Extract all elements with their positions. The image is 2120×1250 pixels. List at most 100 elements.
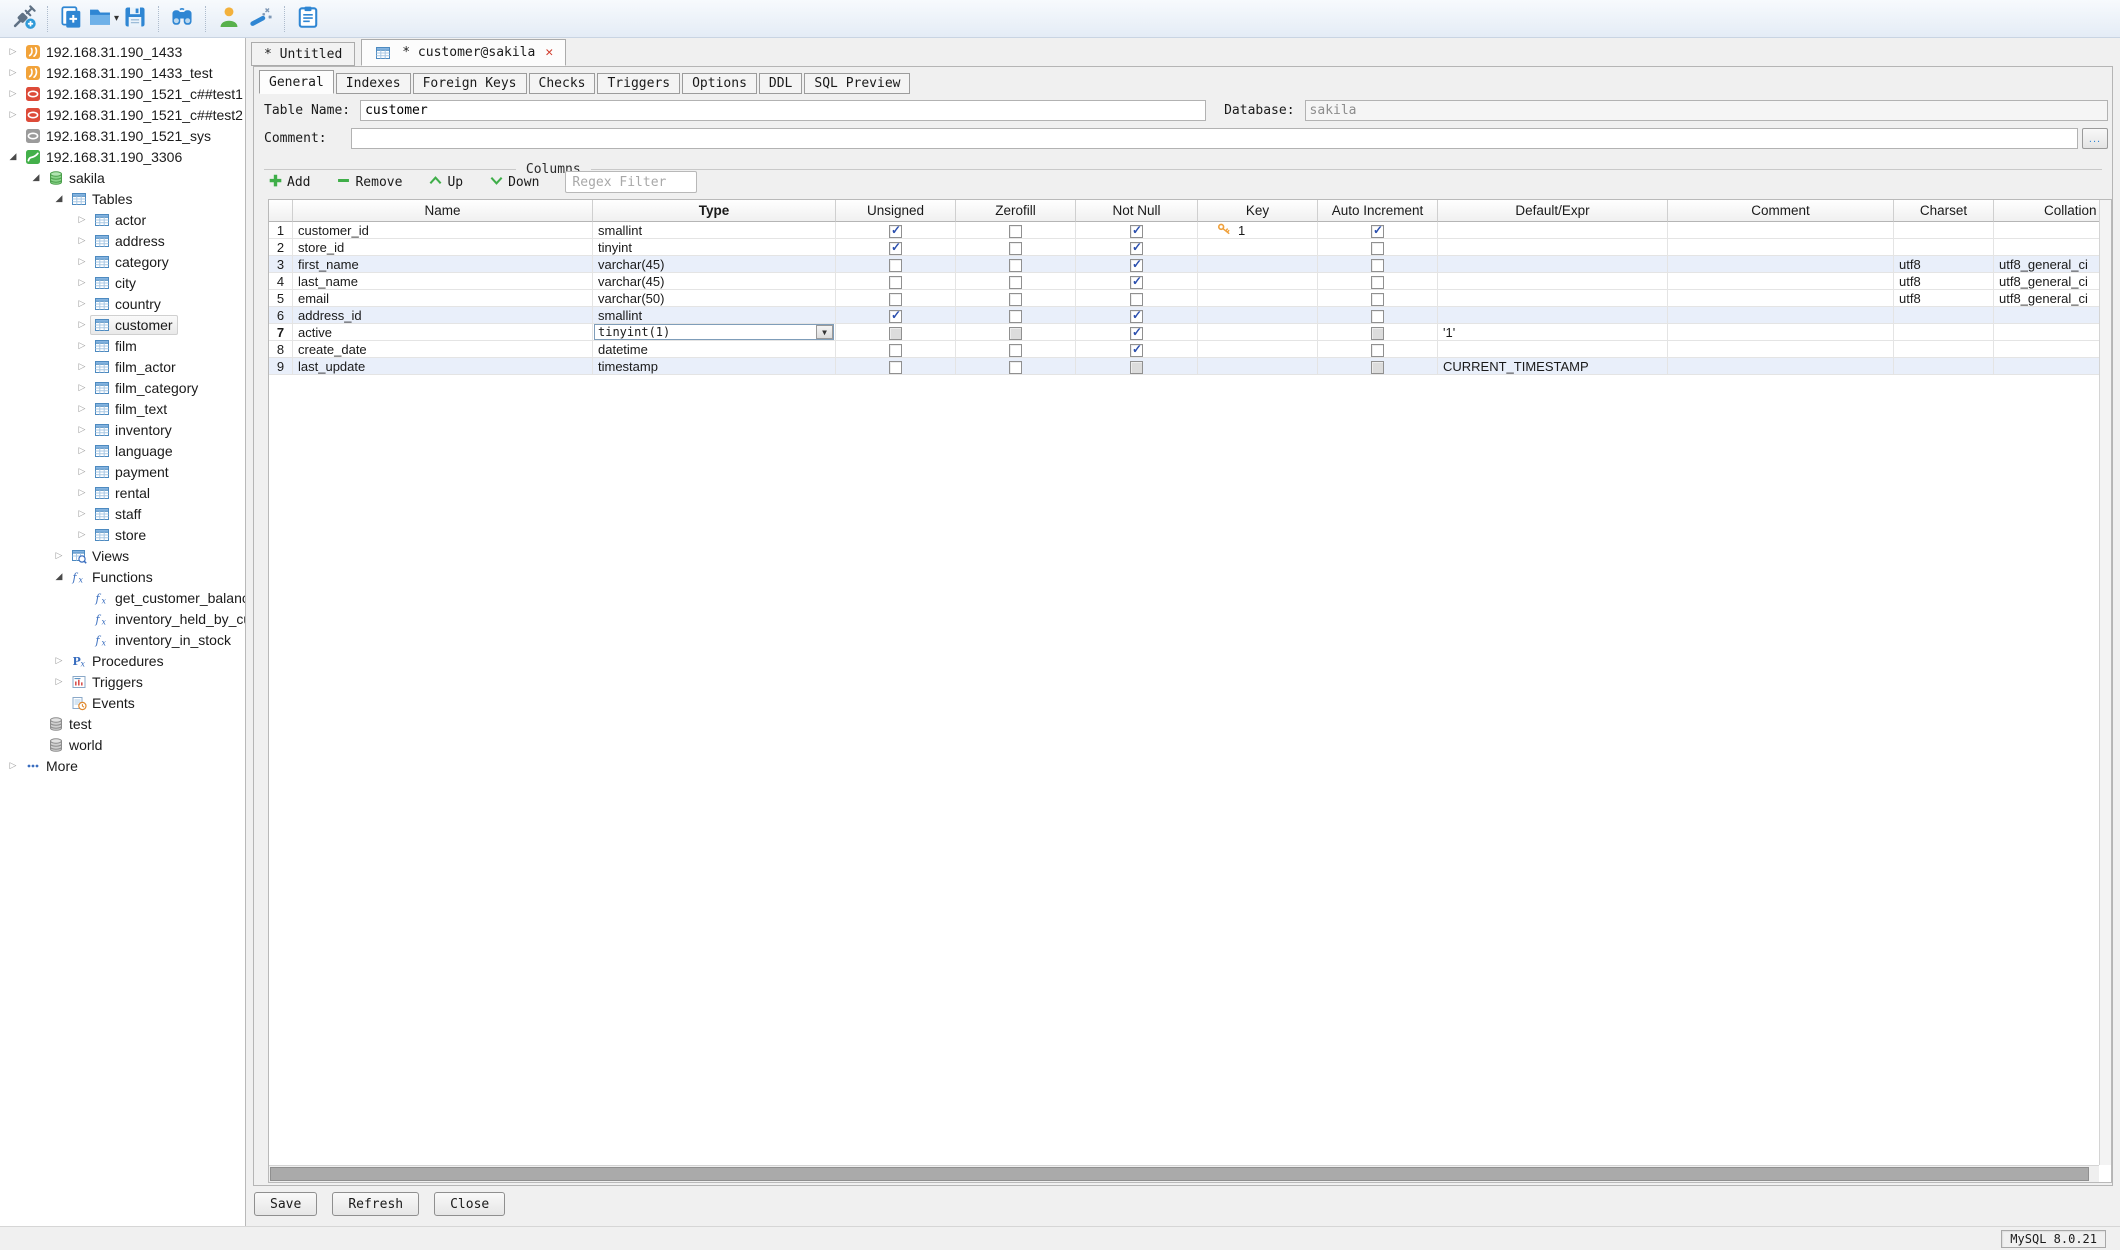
zerofill-checkbox[interactable] [1009, 310, 1022, 323]
column-type-cell[interactable]: timestamp [593, 358, 836, 375]
unsigned-checkbox[interactable] [889, 259, 902, 272]
column-header-unsigned[interactable]: Unsigned [836, 200, 956, 222]
tree-item-procedures[interactable]: ▷PxProcedures [0, 650, 245, 671]
comment-input[interactable] [351, 128, 2078, 149]
tree-item-192-168-31-190-1433-test[interactable]: ▷192.168.31.190_1433_test [0, 62, 245, 83]
not-null-checkbox[interactable] [1130, 259, 1143, 272]
designer-tab-options[interactable]: Options [682, 73, 757, 94]
tree-item-language[interactable]: ▷language [0, 440, 245, 461]
zerofill-checkbox[interactable] [1009, 259, 1022, 272]
expand-arrow-icon[interactable]: ▷ [74, 424, 90, 435]
column-name-cell[interactable]: customer_id [293, 222, 593, 239]
not-null[interactable] [1076, 256, 1198, 273]
column-header-comment[interactable]: Comment [1668, 200, 1894, 222]
unsigned-checkbox[interactable] [889, 242, 902, 255]
expand-arrow-icon[interactable]: ▷ [5, 760, 21, 771]
auto-increment[interactable] [1318, 324, 1438, 341]
column-header-rownum[interactable] [269, 200, 293, 222]
unsigned-checkbox[interactable] [889, 327, 902, 340]
auto-increment[interactable] [1318, 341, 1438, 358]
column-name-cell[interactable]: last_name [293, 273, 593, 290]
horizontal-scrollbar[interactable] [269, 1165, 2099, 1182]
tree-item-sakila[interactable]: ◢sakila [0, 167, 245, 188]
column-type-cell[interactable]: smallint [593, 222, 836, 239]
collation-cell[interactable]: utf8_general_ci [1994, 290, 2099, 307]
unsigned[interactable] [836, 324, 956, 341]
key-cell[interactable] [1198, 256, 1318, 273]
expand-arrow-icon[interactable]: ▷ [51, 655, 67, 666]
collation-cell[interactable] [1994, 239, 2099, 256]
auto-increment[interactable] [1318, 358, 1438, 375]
default-expr-cell[interactable]: '1' [1438, 324, 1668, 341]
column-row-active[interactable]: 7activetinyint(1)▼'1' [269, 324, 2099, 341]
not-null[interactable] [1076, 307, 1198, 324]
zerofill[interactable] [956, 307, 1076, 324]
not-null[interactable] [1076, 358, 1198, 375]
collation-cell[interactable] [1994, 307, 2099, 324]
tree-item-film-text[interactable]: ▷film_text [0, 398, 245, 419]
column-row-last-update[interactable]: 9last_updatetimestampCURRENT_TIMESTAMP [269, 358, 2099, 375]
designer-tab-general[interactable]: General [259, 70, 334, 94]
tree-item-192-168-31-190-1521-c-test2[interactable]: ▷192.168.31.190_1521_c##test2 [0, 104, 245, 125]
auto-increment-checkbox[interactable] [1371, 327, 1384, 340]
charset-cell[interactable] [1894, 222, 1994, 239]
column-type-cell[interactable]: varchar(50) [593, 290, 836, 307]
default-expr-cell[interactable] [1438, 341, 1668, 358]
column-header-not-null[interactable]: Not Null [1076, 200, 1198, 222]
combo-dropdown-icon[interactable]: ▼ [816, 325, 833, 339]
zerofill[interactable] [956, 256, 1076, 273]
find-button[interactable] [166, 3, 198, 35]
expand-arrow-icon[interactable]: ▷ [74, 466, 90, 477]
expand-arrow-icon[interactable]: ▷ [5, 109, 21, 120]
auto-increment[interactable] [1318, 222, 1438, 239]
collapse-arrow-icon[interactable]: ◢ [5, 151, 21, 162]
auto-increment-checkbox[interactable] [1371, 310, 1384, 323]
column-row-address-id[interactable]: 6address_idsmallint [269, 307, 2099, 324]
column-name-cell[interactable]: last_update [293, 358, 593, 375]
collation-cell[interactable] [1994, 358, 2099, 375]
zerofill[interactable] [956, 273, 1076, 290]
user-button[interactable] [213, 3, 245, 35]
comment-cell[interactable] [1668, 222, 1894, 239]
zerofill[interactable] [956, 239, 1076, 256]
auto-increment[interactable] [1318, 307, 1438, 324]
tree-item-functions[interactable]: ◢fxFunctions [0, 566, 245, 587]
horizontal-scrollbar-thumb[interactable] [270, 1167, 2089, 1181]
column-name-cell[interactable]: create_date [293, 341, 593, 358]
column-header-zerofill[interactable]: Zerofill [956, 200, 1076, 222]
tree-item-inventory-in-stock[interactable]: fxinventory_in_stock [0, 629, 245, 650]
designer-tab-indexes[interactable]: Indexes [336, 73, 411, 94]
not-null[interactable] [1076, 341, 1198, 358]
key-cell[interactable] [1198, 307, 1318, 324]
tree-item-192-168-31-190-1521-sys[interactable]: 192.168.31.190_1521_sys [0, 125, 245, 146]
comment-cell[interactable] [1668, 239, 1894, 256]
comment-cell[interactable] [1668, 256, 1894, 273]
not-null-checkbox[interactable] [1130, 293, 1143, 306]
tree-item-test[interactable]: test [0, 713, 245, 734]
up-column-button[interactable]: Up [428, 173, 463, 192]
charset-cell[interactable] [1894, 239, 1994, 256]
key-cell[interactable] [1198, 290, 1318, 307]
column-type-cell[interactable]: tinyint [593, 239, 836, 256]
column-header-collation[interactable]: Collation [1994, 200, 2099, 222]
tree-item-inventory[interactable]: ▷inventory [0, 419, 245, 440]
zerofill-checkbox[interactable] [1009, 361, 1022, 374]
column-header-auto-increment[interactable]: Auto Increment [1318, 200, 1438, 222]
column-row-customer-id[interactable]: 1customer_idsmallint1 [269, 222, 2099, 239]
auto-increment[interactable] [1318, 256, 1438, 273]
unsigned[interactable] [836, 307, 956, 324]
expand-arrow-icon[interactable]: ▷ [5, 46, 21, 57]
comment-cell[interactable] [1668, 273, 1894, 290]
expand-arrow-icon[interactable]: ▷ [74, 340, 90, 351]
expand-arrow-icon[interactable]: ▷ [74, 256, 90, 267]
tree-item-payment[interactable]: ▷payment [0, 461, 245, 482]
tree-item-views[interactable]: ▷Views [0, 545, 245, 566]
column-name-cell[interactable]: store_id [293, 239, 593, 256]
charset-cell[interactable] [1894, 307, 1994, 324]
zerofill-checkbox[interactable] [1009, 293, 1022, 306]
expand-arrow-icon[interactable]: ▷ [74, 298, 90, 309]
comment-cell[interactable] [1668, 307, 1894, 324]
expand-arrow-icon[interactable]: ▷ [74, 214, 90, 225]
charset-cell[interactable] [1894, 341, 1994, 358]
column-type-cell[interactable]: varchar(45) [593, 273, 836, 290]
